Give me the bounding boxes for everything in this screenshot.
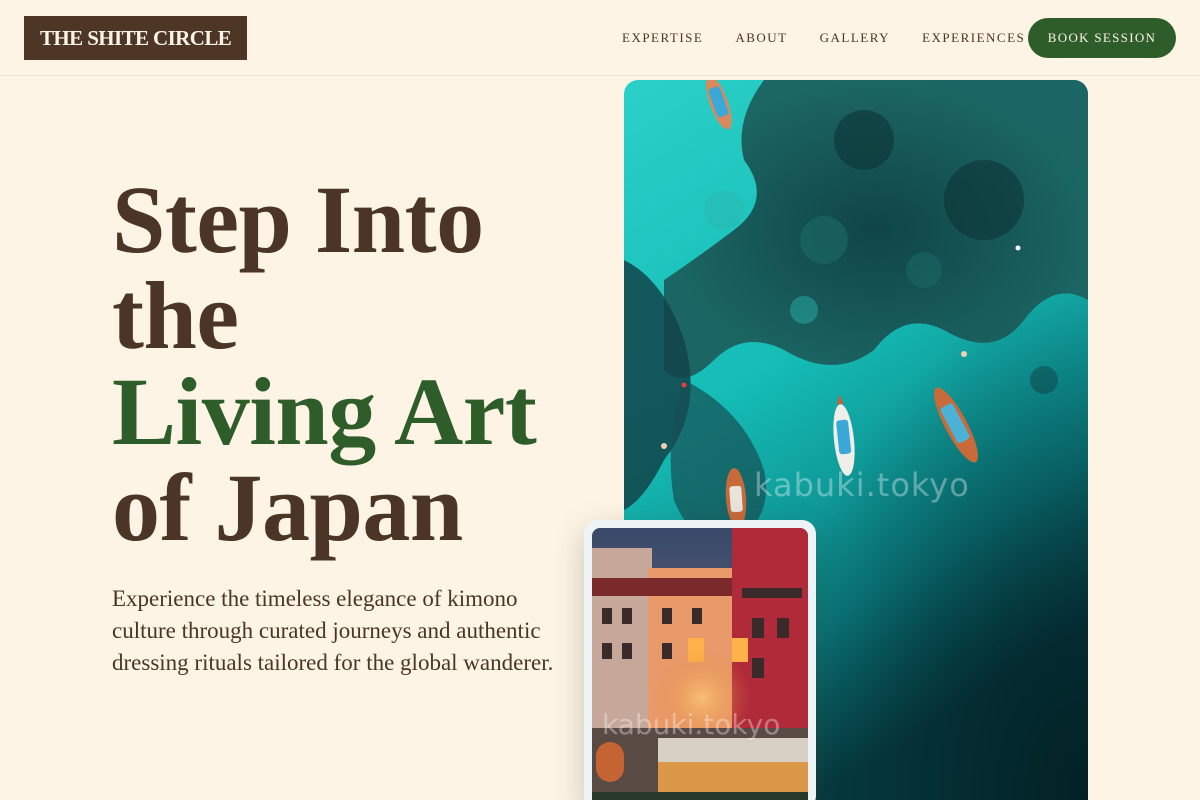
hero-inset-image-frame: kabuki.tokyo [584, 520, 816, 800]
nav-link-experiences[interactable]: EXPERIENCES [922, 29, 1025, 47]
hero-title-line-4: of Japan [112, 454, 463, 561]
site-header: THE SHITE CIRCLE EXPERTISE ABOUT GALLERY… [0, 0, 1200, 76]
hero-title: Step Into the Living Art of Japan [112, 172, 592, 556]
inset-image-watermark: kabuki.tokyo [602, 708, 781, 741]
main-nav: EXPERTISE ABOUT GALLERY EXPERIENCES [622, 29, 1025, 47]
site-logo[interactable]: THE SHITE CIRCLE [24, 16, 248, 60]
waterfront-buildings-illustration [592, 528, 808, 800]
hero-title-line-2: the [112, 262, 239, 369]
book-session-button[interactable]: BOOK SESSION [1028, 18, 1176, 58]
nav-link-gallery[interactable]: GALLERY [820, 29, 890, 47]
hero-title-accent-line: Living Art [112, 358, 537, 465]
nav-link-about[interactable]: ABOUT [735, 29, 787, 47]
hero-description: Experience the timeless elegance of kimo… [112, 586, 554, 675]
main-image-watermark: kabuki.tokyo [754, 466, 970, 504]
nav-link-expertise[interactable]: EXPERTISE [622, 29, 703, 47]
hero-inset-image: kabuki.tokyo [592, 528, 808, 800]
hero-title-line-1: Step Into [112, 166, 484, 273]
